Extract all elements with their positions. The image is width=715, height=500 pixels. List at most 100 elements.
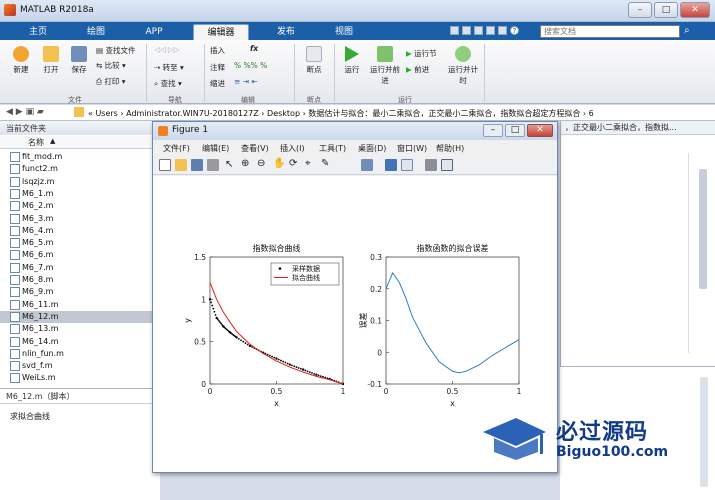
- tab-plots[interactable]: 绘图: [76, 24, 116, 40]
- m-file-icon: [10, 348, 20, 359]
- insert-button[interactable]: 插入: [210, 45, 225, 56]
- undo-quick-icon[interactable]: [498, 26, 507, 35]
- goto-button[interactable]: ⇢ 转至 ▾: [154, 62, 184, 73]
- figure-minimize-button[interactable]: –: [483, 124, 503, 137]
- file-item[interactable]: M6_3.m: [0, 213, 160, 225]
- run-button[interactable]: 运行: [340, 46, 364, 75]
- file-item[interactable]: M6_11.m: [0, 299, 160, 311]
- run-section-button[interactable]: ▶ 运行节: [406, 48, 437, 59]
- open-button[interactable]: 打开: [38, 46, 64, 75]
- indent-icons[interactable]: ≡ ⇥ ⇤: [234, 77, 258, 86]
- minimize-button[interactable]: –: [628, 2, 652, 18]
- tab-editor[interactable]: 编辑器: [193, 24, 249, 40]
- file-item[interactable]: M6_2.m: [0, 200, 160, 212]
- search-icon[interactable]: ⌕: [684, 25, 696, 37]
- comment-button[interactable]: 注释: [210, 62, 225, 73]
- figure-menu-item[interactable]: 编辑(E): [202, 143, 229, 154]
- x-tick-label: 0.5: [447, 387, 459, 396]
- figure-menu-item[interactable]: 文件(F): [163, 143, 190, 154]
- pointer-icon[interactable]: ↖: [225, 159, 233, 170]
- tab-publish[interactable]: 发布: [266, 24, 306, 40]
- find-button[interactable]: ⌕ 查找 ▾: [154, 78, 182, 89]
- editor-area: ，正交最小二乘拟合，指数拟...: [560, 121, 715, 366]
- tab-home[interactable]: 主页: [18, 24, 58, 40]
- data-point: [216, 318, 219, 321]
- pan-icon[interactable]: ✋: [273, 158, 285, 169]
- file-item[interactable]: funct2.m: [0, 163, 160, 175]
- file-item[interactable]: M6_4.m: [0, 225, 160, 237]
- save-button[interactable]: 保存: [66, 46, 92, 75]
- print-button[interactable]: ⎙ 打印 ▾: [96, 76, 126, 87]
- comment-toggle-icons[interactable]: % %% %: [234, 61, 267, 70]
- file-item[interactable]: M6_7.m: [0, 262, 160, 274]
- nav-arrows-icon[interactable]: ◀ ▶ ▣ ▰: [6, 107, 44, 117]
- legend-icon[interactable]: [401, 159, 413, 171]
- copy-quick-icon[interactable]: [474, 26, 483, 35]
- figure-menu-item[interactable]: 查看(V): [241, 143, 269, 154]
- file-item[interactable]: svd_f.m: [0, 360, 160, 372]
- file-item[interactable]: M6_13.m: [0, 323, 160, 335]
- data-point: [297, 367, 300, 369]
- help-icon[interactable]: ?: [510, 26, 519, 35]
- show-tools-icon[interactable]: [441, 159, 453, 171]
- file-item[interactable]: M6_14.m: [0, 336, 160, 348]
- indent-button[interactable]: 缩进: [210, 78, 225, 89]
- column-header[interactable]: 名称 ▲: [0, 136, 160, 149]
- figure-maximize-button[interactable]: □: [505, 124, 525, 137]
- file-item[interactable]: fit_mod.m: [0, 151, 160, 163]
- file-name: M6_12.m: [22, 311, 59, 321]
- maximize-button[interactable]: □: [654, 2, 678, 18]
- y-tick-label: 0.3: [370, 253, 382, 262]
- file-item[interactable]: M6_8.m: [0, 274, 160, 286]
- chart-title: 指数拟合曲线: [253, 243, 301, 253]
- cut-quick-icon[interactable]: [462, 26, 471, 35]
- zoom-in-icon[interactable]: ⊕: [241, 158, 249, 169]
- advance-button[interactable]: ▶ 前进: [406, 64, 429, 75]
- file-item[interactable]: M6_1.m: [0, 188, 160, 200]
- tab-view[interactable]: 视图: [324, 24, 364, 40]
- save-quick-icon[interactable]: [450, 26, 459, 35]
- figure-close-button[interactable]: ✕: [527, 124, 553, 137]
- run-and-time-button[interactable]: 运行并计时: [448, 46, 478, 86]
- figure-menu-item[interactable]: 工具(T): [319, 143, 346, 154]
- editor-scrollbar[interactable]: [699, 169, 707, 289]
- brush-icon[interactable]: ✎: [321, 158, 329, 169]
- hide-tools-icon[interactable]: [425, 159, 437, 171]
- new-button[interactable]: 新建: [8, 46, 34, 75]
- figure-menu-item[interactable]: 帮助(H): [436, 143, 464, 154]
- zoom-out-icon[interactable]: ⊖: [257, 158, 265, 169]
- close-button[interactable]: ✕: [680, 2, 710, 18]
- current-folder-panel: 当前文件夹 名称 ▲ fit_mod.m funct2.m lsqzjz.m M6_1…: [0, 121, 160, 401]
- file-item[interactable]: lsqzjz.m: [0, 176, 160, 188]
- find-files-button[interactable]: ▤ 查找文件: [96, 45, 135, 56]
- current-path[interactable]: « Users › Administrator.WIN7U-20180127Z …: [88, 108, 594, 119]
- address-bar[interactable]: ◀ ▶ ▣ ▰ « Users › Administrator.WIN7U-20…: [0, 105, 715, 121]
- fx-button[interactable]: fx: [250, 44, 258, 53]
- new-figure-icon[interactable]: [159, 159, 171, 171]
- open-file-icon[interactable]: [175, 159, 187, 171]
- run-and-advance-button[interactable]: 运行并前进: [370, 46, 400, 86]
- figure-menu-item[interactable]: 插入(I): [280, 143, 305, 154]
- breakpoints-button[interactable]: 断点: [300, 46, 328, 75]
- file-item[interactable]: nlin_fun.m: [0, 348, 160, 360]
- figure-menu-item[interactable]: 窗口(W): [397, 143, 427, 154]
- search-documentation-input[interactable]: 搜索文档: [540, 25, 680, 38]
- rotate-icon[interactable]: ⟳: [289, 158, 297, 169]
- file-item[interactable]: M6_5.m: [0, 237, 160, 249]
- compare-button[interactable]: ⇆ 比较 ▾: [96, 60, 126, 71]
- file-item[interactable]: M6_9.m: [0, 286, 160, 298]
- tab-apps[interactable]: APP: [134, 24, 174, 40]
- watermark-title: 必过源码: [556, 420, 649, 445]
- figure-menu-item[interactable]: 桌面(D): [358, 143, 386, 154]
- file-item[interactable]: M6_12.m: [0, 310, 160, 323]
- file-item[interactable]: WeiLs.m: [0, 372, 160, 384]
- print-figure-icon[interactable]: [207, 159, 219, 171]
- file-item[interactable]: M6_6.m: [0, 249, 160, 261]
- colorbar-icon[interactable]: [385, 159, 397, 171]
- data-cursor-icon[interactable]: ⌖: [305, 158, 311, 169]
- file-name: nlin_fun.m: [22, 348, 64, 358]
- save-figure-icon[interactable]: [191, 159, 203, 171]
- m-file-icon: [10, 324, 20, 335]
- paste-quick-icon[interactable]: [486, 26, 495, 35]
- link-plot-icon[interactable]: [361, 159, 373, 171]
